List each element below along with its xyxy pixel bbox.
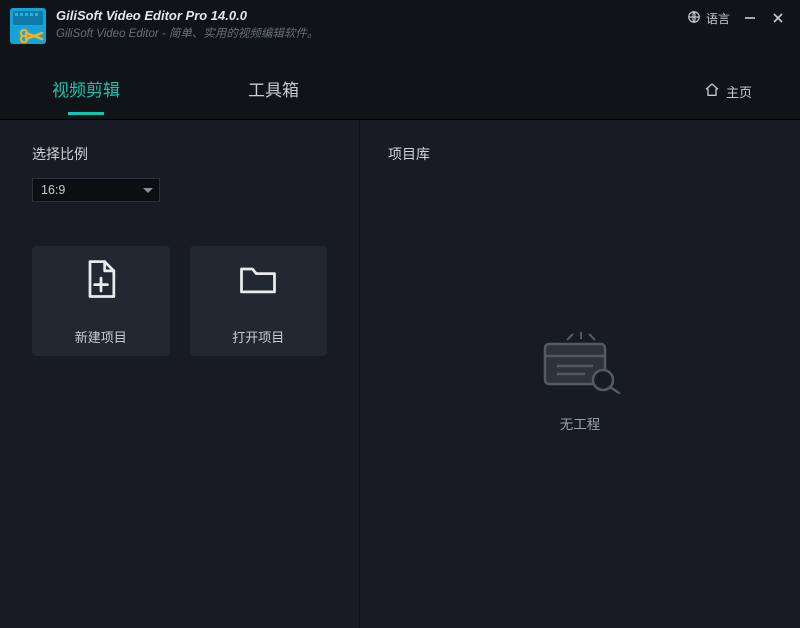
home-label: 主页 bbox=[726, 82, 752, 101]
title-text-block: GiliSoft Video Editor Pro 14.0.0 GiliSof… bbox=[56, 8, 687, 42]
title-controls: 语言 bbox=[687, 10, 786, 27]
globe-icon bbox=[687, 10, 701, 27]
home-icon bbox=[704, 82, 720, 101]
tab-video-edit[interactable]: 视频剪辑 bbox=[48, 70, 124, 113]
home-link[interactable]: 主页 bbox=[704, 82, 752, 101]
language-label: 语言 bbox=[706, 10, 730, 27]
aspect-ratio-select[interactable]: 16:9 bbox=[32, 178, 160, 202]
close-button[interactable] bbox=[770, 12, 786, 26]
main-content: 选择比例 16:9 新建项目 bbox=[0, 120, 800, 628]
aspect-ratio-value: 16:9 bbox=[41, 183, 65, 197]
empty-state-text: 无工程 bbox=[560, 413, 601, 433]
ratio-section-label: 选择比例 bbox=[32, 144, 327, 164]
app-subtitle: GiliSoft Video Editor - 简单、实用的视频编辑软件。 bbox=[56, 27, 687, 42]
new-project-label: 新建项目 bbox=[75, 327, 127, 346]
language-button[interactable]: 语言 bbox=[687, 10, 730, 27]
minimize-button[interactable] bbox=[742, 12, 758, 26]
tabs-nav: 视频剪辑 工具箱 主页 bbox=[0, 50, 800, 120]
app-title: GiliSoft Video Editor Pro 14.0.0 bbox=[56, 8, 687, 25]
file-plus-icon bbox=[79, 258, 123, 307]
app-logo-icon bbox=[10, 8, 46, 44]
action-row: 新建项目 打开项目 bbox=[32, 246, 327, 356]
open-project-label: 打开项目 bbox=[232, 327, 284, 346]
right-panel: 项目库 无工程 bbox=[360, 120, 800, 628]
left-panel: 选择比例 16:9 新建项目 bbox=[0, 120, 360, 628]
no-project-icon bbox=[537, 330, 623, 399]
chevron-down-icon bbox=[143, 188, 153, 193]
tab-toolbox[interactable]: 工具箱 bbox=[244, 70, 303, 113]
open-project-button[interactable]: 打开项目 bbox=[190, 246, 328, 356]
folder-icon bbox=[236, 258, 280, 307]
empty-state: 无工程 bbox=[388, 158, 772, 604]
titlebar: GiliSoft Video Editor Pro 14.0.0 GiliSof… bbox=[0, 0, 800, 50]
new-project-button[interactable]: 新建项目 bbox=[32, 246, 170, 356]
